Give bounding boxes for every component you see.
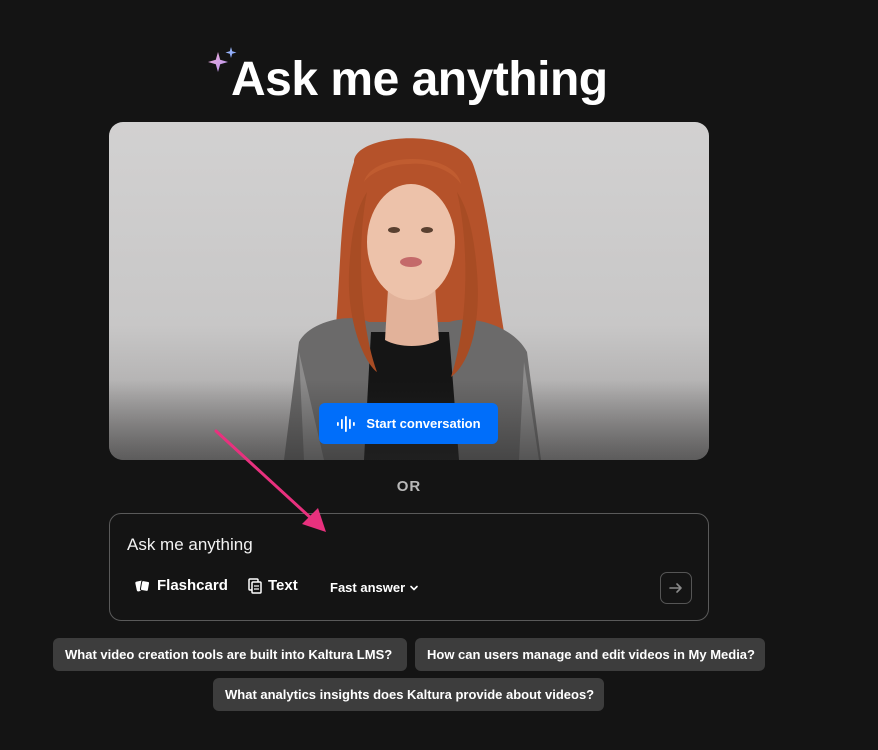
answer-mode-dropdown[interactable]: Fast answer (330, 580, 419, 595)
suggestion-chip[interactable]: What analytics insights does Kaltura pro… (213, 678, 604, 711)
ask-input[interactable] (127, 533, 647, 557)
chevron-down-icon (410, 585, 418, 590)
start-conversation-button[interactable]: Start conversation (319, 403, 498, 444)
text-button[interactable]: Text (248, 577, 298, 594)
flashcard-icon (135, 579, 151, 592)
text-label: Text (268, 577, 298, 594)
text-doc-icon (248, 577, 262, 594)
suggestion-chip[interactable]: How can users manage and edit videos in … (415, 638, 765, 671)
suggestion-chip[interactable]: What video creation tools are built into… (53, 638, 407, 671)
flashcard-label: Flashcard (157, 577, 228, 594)
ask-page: Ask me anything Start conversation OR As… (0, 0, 878, 750)
audio-wave-icon (337, 415, 356, 432)
page-title: Ask me anything (231, 53, 608, 106)
flashcard-button[interactable]: Flashcard (135, 577, 228, 594)
avatar-video[interactable]: Start conversation (109, 122, 709, 460)
or-divider: OR (396, 478, 422, 495)
start-conversation-label: Start conversation (366, 416, 481, 431)
send-button[interactable] (660, 572, 692, 604)
arrow-right-icon (669, 583, 682, 593)
answer-mode-label: Fast answer (330, 580, 406, 595)
ask-box: Flashcard Text Fast answer (109, 513, 709, 621)
